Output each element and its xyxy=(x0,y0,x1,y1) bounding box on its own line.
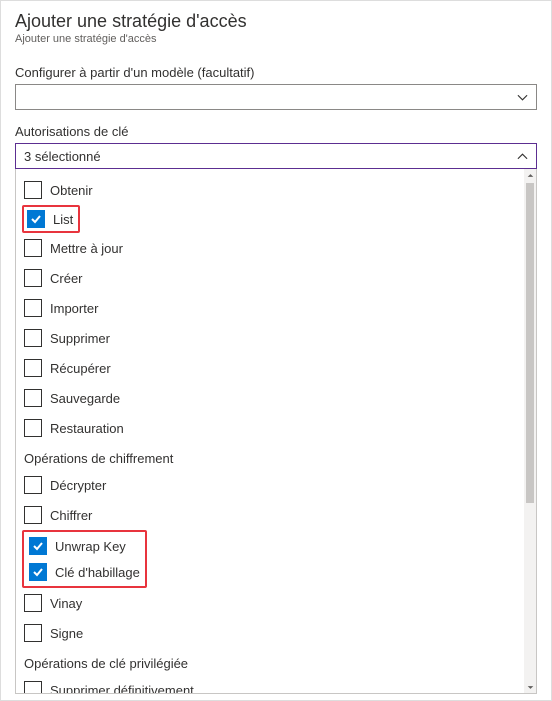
checkbox-checked-icon xyxy=(29,537,47,555)
key-permissions-summary: 3 sélectionné xyxy=(24,149,101,164)
option-importer[interactable]: Importer xyxy=(16,293,524,323)
checkbox-icon xyxy=(24,269,42,287)
option-label: Décrypter xyxy=(50,478,106,493)
key-permissions-dropdown: Obtenir List Mettre à jour Créer Importe… xyxy=(15,169,537,694)
option-label: Récupérer xyxy=(50,361,111,376)
checkbox-icon xyxy=(24,329,42,347)
panel-header: Ajouter une stratégie d'accès Ajouter un… xyxy=(1,1,551,49)
template-select[interactable] xyxy=(15,84,537,110)
option-creer[interactable]: Créer xyxy=(16,263,524,293)
checkbox-icon xyxy=(24,419,42,437)
page-subtitle: Ajouter une stratégie d'accès xyxy=(15,33,537,45)
option-label: Obtenir xyxy=(50,183,93,198)
option-label: Restauration xyxy=(50,421,124,436)
highlight-wrap-keys: Unwrap Key Clé d'habillage xyxy=(22,530,147,588)
checkbox-icon xyxy=(24,506,42,524)
chevron-down-icon xyxy=(517,92,528,103)
option-list[interactable]: List xyxy=(25,208,75,230)
scrollbar[interactable] xyxy=(524,169,536,693)
option-mettre-a-jour[interactable]: Mettre à jour xyxy=(16,233,524,263)
option-label: Clé d'habillage xyxy=(55,565,140,580)
option-label: Unwrap Key xyxy=(55,539,126,554)
option-unwrap-key[interactable]: Unwrap Key xyxy=(27,533,142,559)
option-label: Vinay xyxy=(50,596,82,611)
option-wrap-key[interactable]: Clé d'habillage xyxy=(27,559,142,585)
option-label: Chiffrer xyxy=(50,508,92,523)
option-supprimer-definitivement[interactable]: Supprimer définitivement xyxy=(16,675,524,693)
option-label: Sauvegarde xyxy=(50,391,120,406)
option-label: Supprimer xyxy=(50,331,110,346)
checkbox-icon xyxy=(24,181,42,199)
option-label: List xyxy=(53,212,73,227)
checkbox-checked-icon xyxy=(29,563,47,581)
group-crypto-header: Opérations de chiffrement xyxy=(16,443,524,470)
checkbox-icon xyxy=(24,359,42,377)
key-permissions-select[interactable]: 3 sélectionné xyxy=(15,143,537,169)
checkbox-checked-icon xyxy=(27,210,45,228)
option-label: Mettre à jour xyxy=(50,241,123,256)
scroll-down-icon[interactable] xyxy=(524,681,536,693)
option-label: Signe xyxy=(50,626,83,641)
checkbox-icon xyxy=(24,239,42,257)
option-recuperer[interactable]: Récupérer xyxy=(16,353,524,383)
template-label: Configurer à partir d'un modèle (faculta… xyxy=(15,65,537,80)
option-decrypter[interactable]: Décrypter xyxy=(16,470,524,500)
option-supprimer[interactable]: Supprimer xyxy=(16,323,524,353)
option-signe[interactable]: Signe xyxy=(16,618,524,648)
option-chiffrer[interactable]: Chiffrer xyxy=(16,500,524,530)
option-label: Créer xyxy=(50,271,83,286)
key-permissions-section: Autorisations de clé 3 sélectionné xyxy=(1,110,551,169)
group-privileged-header: Opérations de clé privilégiée xyxy=(16,648,524,675)
checkbox-icon xyxy=(24,299,42,317)
checkbox-icon xyxy=(24,476,42,494)
checkbox-icon xyxy=(24,389,42,407)
checkbox-icon xyxy=(24,681,42,693)
option-restauration[interactable]: Restauration xyxy=(16,413,524,443)
scroll-up-icon[interactable] xyxy=(524,169,536,181)
key-permissions-label: Autorisations de clé xyxy=(15,124,537,139)
scrollbar-thumb[interactable] xyxy=(526,183,534,503)
highlight-list: List xyxy=(22,205,80,233)
option-sauvegarde[interactable]: Sauvegarde xyxy=(16,383,524,413)
template-section: Configurer à partir d'un modèle (faculta… xyxy=(1,49,551,110)
checkbox-icon xyxy=(24,624,42,642)
dropdown-list: Obtenir List Mettre à jour Créer Importe… xyxy=(16,169,524,693)
chevron-up-icon xyxy=(517,151,528,162)
option-label: Supprimer définitivement xyxy=(50,683,194,694)
option-vinay[interactable]: Vinay xyxy=(16,588,524,618)
option-label: Importer xyxy=(50,301,98,316)
checkbox-icon xyxy=(24,594,42,612)
option-obtenir[interactable]: Obtenir xyxy=(16,175,524,205)
page-title: Ajouter une stratégie d'accès xyxy=(15,11,537,32)
